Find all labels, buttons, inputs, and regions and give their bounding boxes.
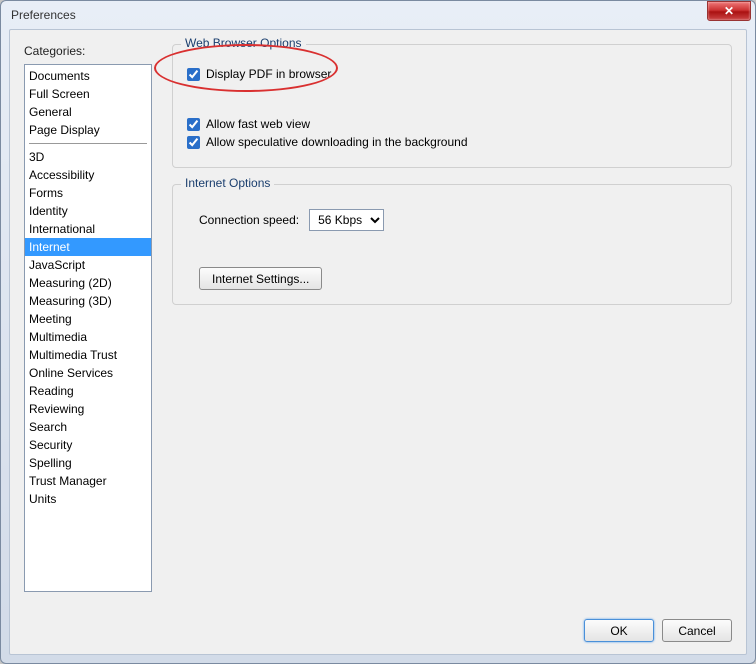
internet-options-title: Internet Options xyxy=(181,176,274,190)
category-item[interactable]: Reading xyxy=(25,382,151,400)
category-item[interactable]: Documents xyxy=(25,67,151,85)
category-item[interactable]: Identity xyxy=(25,202,151,220)
category-item[interactable]: Multimedia xyxy=(25,328,151,346)
content-area: Categories: DocumentsFull ScreenGeneralP… xyxy=(10,30,746,606)
category-item[interactable]: Search xyxy=(25,418,151,436)
category-item[interactable]: Reviewing xyxy=(25,400,151,418)
web-browser-options-title: Web Browser Options xyxy=(181,36,306,50)
client-area: Categories: DocumentsFull ScreenGeneralP… xyxy=(9,29,747,655)
category-item[interactable]: Trust Manager xyxy=(25,472,151,490)
fast-web-row: Allow fast web view xyxy=(187,117,717,131)
category-item[interactable]: Measuring (3D) xyxy=(25,292,151,310)
category-item[interactable]: Spelling xyxy=(25,454,151,472)
settings-panel: Web Browser Options Display PDF in brows… xyxy=(172,44,732,592)
category-item[interactable]: Accessibility xyxy=(25,166,151,184)
category-item[interactable]: Multimedia Trust xyxy=(25,346,151,364)
connection-speed-label: Connection speed: xyxy=(199,213,299,227)
connection-speed-row: Connection speed: 56 Kbps xyxy=(199,209,717,231)
categories-list[interactable]: DocumentsFull ScreenGeneralPage Display 3… xyxy=(24,64,152,592)
category-separator xyxy=(29,143,147,144)
connection-speed-select[interactable]: 56 Kbps xyxy=(309,209,384,231)
ok-button[interactable]: OK xyxy=(584,619,654,642)
close-icon: ✕ xyxy=(724,4,734,18)
categories-label: Categories: xyxy=(24,44,152,58)
display-pdf-checkbox[interactable] xyxy=(187,68,200,81)
speculative-label: Allow speculative downloading in the bac… xyxy=(206,135,468,149)
window-title: Preferences xyxy=(11,8,76,22)
fast-web-checkbox[interactable] xyxy=(187,118,200,131)
category-item[interactable]: Online Services xyxy=(25,364,151,382)
speculative-row: Allow speculative downloading in the bac… xyxy=(187,135,717,149)
category-item[interactable]: JavaScript xyxy=(25,256,151,274)
titlebar: Preferences ✕ xyxy=(1,1,755,29)
category-item[interactable]: Full Screen xyxy=(25,85,151,103)
category-item[interactable]: Meeting xyxy=(25,310,151,328)
category-item[interactable]: Measuring (2D) xyxy=(25,274,151,292)
category-item[interactable]: Page Display xyxy=(25,121,151,139)
category-item[interactable]: General xyxy=(25,103,151,121)
close-button[interactable]: ✕ xyxy=(707,1,751,21)
category-item[interactable]: Internet xyxy=(25,238,151,256)
category-item[interactable]: 3D xyxy=(25,148,151,166)
speculative-checkbox[interactable] xyxy=(187,136,200,149)
preferences-window: Preferences ✕ Categories: DocumentsFull … xyxy=(0,0,756,664)
fast-web-label: Allow fast web view xyxy=(206,117,310,131)
cancel-button[interactable]: Cancel xyxy=(662,619,732,642)
categories-column: Categories: DocumentsFull ScreenGeneralP… xyxy=(24,44,152,592)
internet-options-group: Internet Options Connection speed: 56 Kb… xyxy=(172,184,732,305)
category-item[interactable]: International xyxy=(25,220,151,238)
display-pdf-label: Display PDF in browser xyxy=(206,67,331,81)
web-browser-options-group: Web Browser Options Display PDF in brows… xyxy=(172,44,732,168)
category-item[interactable]: Units xyxy=(25,490,151,508)
internet-settings-button[interactable]: Internet Settings... xyxy=(199,267,322,290)
category-item[interactable]: Security xyxy=(25,436,151,454)
category-item[interactable]: Forms xyxy=(25,184,151,202)
dialog-buttons: OK Cancel xyxy=(584,619,732,642)
display-pdf-row: Display PDF in browser xyxy=(187,67,717,81)
